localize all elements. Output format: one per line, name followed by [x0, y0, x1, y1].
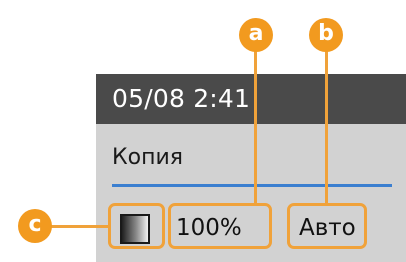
- status-time: 05/08 2:41: [112, 84, 251, 113]
- callout-badge-c: c: [18, 209, 52, 243]
- status-bar: 05/08 2:41: [96, 74, 406, 124]
- callout-frame-c: [108, 203, 165, 249]
- display-diagram: 05/08 2:41 Копия 100% Авто a b c: [0, 0, 406, 262]
- mode-title: Копия: [112, 145, 183, 170]
- leader-line-b: [325, 50, 328, 203]
- callout-badge-a: a: [239, 18, 273, 52]
- callout-frame-a: [168, 203, 272, 249]
- leader-line-c: [50, 225, 108, 228]
- callout-frame-b: [287, 203, 367, 249]
- leader-line-a: [254, 50, 257, 203]
- divider-line: [112, 184, 392, 187]
- callout-badge-b: b: [309, 18, 343, 52]
